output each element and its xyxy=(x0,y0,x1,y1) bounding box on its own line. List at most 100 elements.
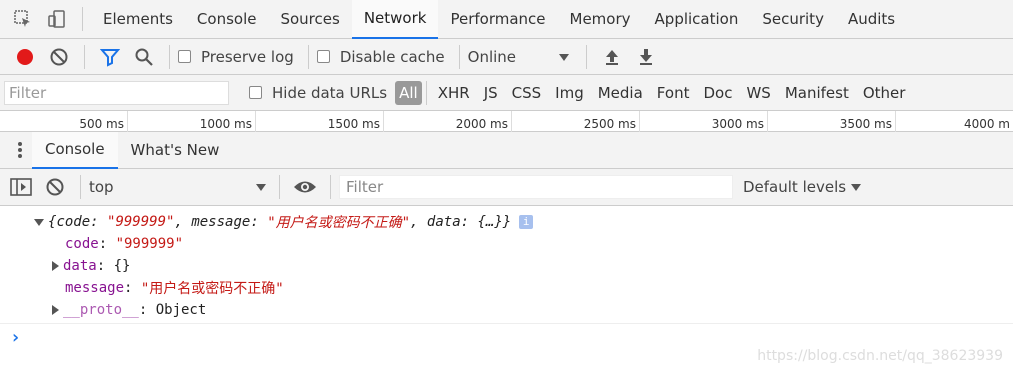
preserve-log-checkbox[interactable] xyxy=(178,50,191,63)
clear-console-button[interactable] xyxy=(38,169,72,205)
tab-application[interactable]: Application xyxy=(643,0,751,39)
type-filter-img[interactable]: Img xyxy=(548,84,591,102)
type-filter-font[interactable]: Font xyxy=(650,84,697,102)
record-icon xyxy=(17,48,33,65)
tab-label: Sources xyxy=(280,10,340,28)
separator xyxy=(80,175,81,199)
tab-console[interactable]: Console xyxy=(185,0,269,39)
tab-label: Performance xyxy=(450,10,546,28)
live-expression-button[interactable] xyxy=(288,169,322,205)
timeline-tick: 3500 ms xyxy=(768,111,896,132)
devtools-tab-bar: Elements Console Sources Network Perform… xyxy=(0,0,1013,39)
log-levels-value: Default levels xyxy=(743,178,847,196)
summary-value: "999999" xyxy=(107,214,175,230)
property-value: Object xyxy=(155,302,207,318)
network-filter-input[interactable]: Filter xyxy=(4,80,229,105)
property-key: code xyxy=(65,236,99,252)
watermark: https://blog.csdn.net/qq_38623939 xyxy=(757,348,1003,364)
tab-audits[interactable]: Audits xyxy=(836,0,907,39)
tab-network[interactable]: Network xyxy=(351,0,439,39)
type-filter-doc[interactable]: Doc xyxy=(696,84,739,102)
prompt-chevron-icon: › xyxy=(10,327,21,348)
timeline-tick: 3000 ms xyxy=(640,111,768,132)
property-row: message: "用户名或密码不正确" xyxy=(65,280,284,297)
expand-triangle-icon[interactable] xyxy=(52,305,59,315)
timeline-tick: 2500 ms xyxy=(512,111,640,132)
property-key: __proto__ xyxy=(63,302,139,318)
import-har-button[interactable] xyxy=(595,39,629,75)
log-levels-select[interactable]: Default levels xyxy=(743,178,862,196)
type-filter-all[interactable]: All xyxy=(395,80,422,105)
type-filter-ws[interactable]: WS xyxy=(739,84,777,102)
timeline-tick: 2000 ms xyxy=(384,111,512,132)
console-sidebar-button[interactable] xyxy=(4,169,38,205)
drawer-tab-whats-new[interactable]: What's New xyxy=(118,132,233,169)
tab-label: Audits xyxy=(847,10,896,28)
collapse-triangle-icon[interactable] xyxy=(34,218,44,226)
separator xyxy=(330,175,331,199)
type-filter-other[interactable]: Other xyxy=(856,84,913,102)
throttling-select[interactable]: Online xyxy=(468,48,576,66)
summary-value: "用户名或密码不正确" xyxy=(267,215,411,231)
network-timeline-overview[interactable]: 500 ms 1000 ms 1500 ms 2000 ms 2500 ms 3… xyxy=(0,111,1013,132)
search-icon xyxy=(135,48,153,66)
timeline-tick: 1500 ms xyxy=(256,111,384,132)
colon: : xyxy=(250,214,268,230)
type-filter-media[interactable]: Media xyxy=(591,84,650,102)
throttling-value: Online xyxy=(467,47,517,66)
tab-memory[interactable]: Memory xyxy=(558,0,643,39)
console-output: {code: "999999", message: "用户名或密码不正确", d… xyxy=(0,206,1013,372)
context-select[interactable]: top xyxy=(89,178,271,196)
tab-label: What's New xyxy=(130,141,220,159)
hide-data-urls-checkbox[interactable] xyxy=(249,86,262,99)
property-value: "999999" xyxy=(115,236,184,252)
property-value: {} xyxy=(113,258,131,274)
hide-data-urls-label: Hide data URLs xyxy=(272,83,388,102)
comma: , xyxy=(410,214,427,230)
console-prompt[interactable]: › xyxy=(0,323,1013,351)
drawer-menu-button[interactable] xyxy=(8,132,32,168)
network-filter-bar: Filter Hide data URLs All XHR JS CSS Img… xyxy=(0,75,1013,111)
device-toolbar-icon[interactable] xyxy=(40,0,74,39)
property-row[interactable]: data: {} xyxy=(52,255,130,277)
property-value: "用户名或密码不正确" xyxy=(140,281,284,297)
separator xyxy=(279,175,280,199)
drawer-tab-console[interactable]: Console xyxy=(32,131,118,169)
type-filter-js[interactable]: JS xyxy=(477,84,505,102)
filter-placeholder: Filter xyxy=(346,178,384,196)
inspect-element-icon[interactable] xyxy=(6,0,40,39)
type-filter-xhr[interactable]: XHR xyxy=(431,84,477,102)
tab-security[interactable]: Security xyxy=(750,0,836,39)
console-filter-input[interactable]: Filter xyxy=(339,175,733,199)
comma: , xyxy=(174,214,192,230)
timeline-tick: 500 ms xyxy=(0,111,128,132)
clear-button[interactable] xyxy=(42,39,76,75)
object-summary-row[interactable]: {code: "999999", message: "用户名或密码不正确", d… xyxy=(34,211,534,233)
timeline-tick: 4000 m xyxy=(963,117,1010,131)
search-button[interactable] xyxy=(127,39,161,75)
timeline-tick: 1000 ms xyxy=(128,111,256,132)
property-row[interactable]: __proto__: Object xyxy=(52,299,206,321)
expand-triangle-icon[interactable] xyxy=(52,261,59,271)
record-button[interactable] xyxy=(8,39,42,75)
context-value: top xyxy=(89,178,114,196)
filter-placeholder: Filter xyxy=(9,83,47,102)
chevron-down-icon xyxy=(558,53,569,61)
type-filter-manifest[interactable]: Manifest xyxy=(778,84,856,102)
separator xyxy=(169,44,170,69)
separator xyxy=(307,44,309,69)
separator xyxy=(425,80,427,105)
download-icon xyxy=(639,48,652,65)
export-har-button[interactable] xyxy=(629,39,663,75)
tab-elements[interactable]: Elements xyxy=(91,0,185,39)
type-filter-css[interactable]: CSS xyxy=(505,84,549,102)
tab-label: Security xyxy=(762,10,824,28)
info-icon[interactable]: i xyxy=(519,215,534,229)
tab-sources[interactable]: Sources xyxy=(268,0,351,39)
property-key: data xyxy=(63,258,97,274)
property-row: code: "999999" xyxy=(65,236,184,252)
summary-key: data xyxy=(426,214,461,230)
tab-performance[interactable]: Performance xyxy=(438,0,557,39)
disable-cache-checkbox[interactable] xyxy=(316,50,330,63)
filter-toggle-button[interactable] xyxy=(93,39,127,75)
